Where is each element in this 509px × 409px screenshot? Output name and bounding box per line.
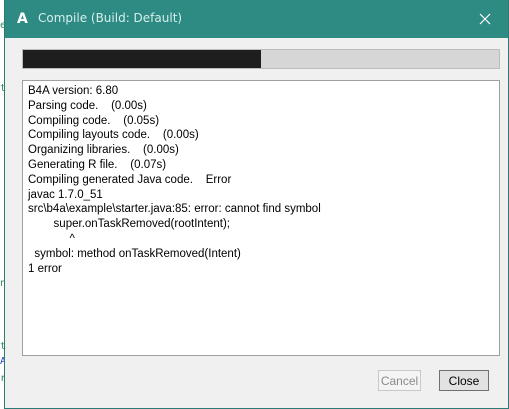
close-button[interactable]: Close <box>439 370 489 391</box>
log-line: 1 error <box>28 262 62 275</box>
log-line: Compiling generated Java code. Error <box>28 173 232 186</box>
log-line: javac 1.7.0_51 <box>28 188 103 201</box>
dialog-title: Compile (Build: Default) <box>38 11 183 25</box>
log-line: Compiling code. (0.05s) <box>28 114 160 127</box>
b4a-app-icon: A <box>17 11 28 27</box>
cancel-button[interactable]: Cancel <box>378 370 421 391</box>
compile-progress-bar <box>22 49 500 69</box>
log-line: B4A version: 6.80 <box>28 85 119 97</box>
log-line: ^ <box>28 232 75 245</box>
compile-dialog: A Compile (Build: Default) B4A version: … <box>4 0 509 409</box>
log-line: src\b4a\example\starter.java:85: error: … <box>28 203 321 216</box>
close-icon <box>479 13 491 25</box>
close-window-button[interactable] <box>462 0 508 38</box>
log-line: Compiling layouts code. (0.00s) <box>28 129 199 142</box>
log-line: Parsing code. (0.00s) <box>28 99 147 112</box>
compile-log[interactable]: B4A version: 6.80 Parsing code. (0.00s) Co… <box>22 80 500 356</box>
log-line: super.onTaskRemoved(rootIntent); <box>28 218 230 231</box>
log-line: Organizing libraries. (0.00s) <box>28 144 179 157</box>
title-bar[interactable]: A Compile (Build: Default) <box>5 0 508 38</box>
log-line: Generating R file. (0.07s) <box>28 158 167 171</box>
progress-fill <box>23 50 261 68</box>
log-line: symbol: method onTaskRemoved(Intent) <box>28 247 241 260</box>
